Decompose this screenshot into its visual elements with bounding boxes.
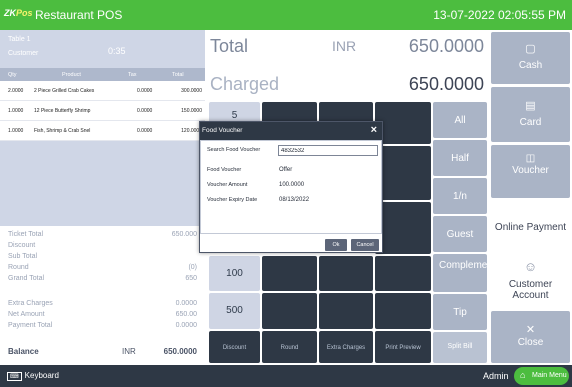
keyboard-button[interactable]: ⌨ Keyboard — [7, 371, 59, 381]
charged-label: Charged — [210, 74, 280, 94]
dialog-close-icon[interactable]: × — [371, 124, 377, 136]
split-n-button[interactable]: 1/n — [433, 178, 487, 214]
card-button[interactable]: ▤ Card — [491, 87, 570, 142]
keypad-key[interactable] — [319, 293, 373, 329]
keypad-key[interactable] — [262, 256, 317, 291]
voucher-amount-value: 100.0000 — [279, 182, 305, 188]
dialog-header: Food Voucher × — [200, 122, 382, 140]
total-label: Total — [210, 36, 249, 56]
title-bar: ZKPos Restaurant POS 13-07-2022 02:05:55… — [0, 0, 572, 30]
food-voucher-label: Food Voucher — [207, 167, 242, 173]
summary-net-amount: Net Amount 650.00 — [8, 311, 197, 318]
discount-button[interactable]: Discount — [209, 331, 260, 363]
keypad-key[interactable] — [375, 146, 431, 200]
voucher-expiry-value: 08/13/2022 — [279, 197, 310, 203]
cash-icon: ▢ — [525, 43, 536, 55]
app-logo: ZKPos — [4, 8, 33, 18]
column-product: Product — [62, 72, 81, 78]
keypad-key[interactable] — [375, 256, 431, 291]
app-title: Restaurant POS — [35, 8, 123, 22]
item-row[interactable]: 1.0000 12 Piece Butterfly Shrimp 0.0000 … — [0, 101, 205, 121]
table-label: Table 1 — [8, 36, 31, 43]
ticket-header: Table 1 Customer 0:35 — [0, 30, 205, 68]
person-icon: ☺ — [523, 259, 538, 274]
dialog-body: Search Food Voucher Food Voucher Offer V… — [200, 140, 382, 234]
food-voucher-dialog: Food Voucher × Search Food Voucher Food … — [199, 121, 383, 253]
ticket-panel: Table 1 Customer 0:35 Qty Product Tax To… — [0, 30, 205, 363]
amount-key-500[interactable]: 500 — [209, 293, 260, 329]
voucher-icon: ◫ — [525, 153, 536, 164]
split-half-button[interactable]: Half — [433, 140, 487, 176]
voucher-amount-label: Voucher Amount — [207, 182, 248, 188]
online-payment-button[interactable]: Online Payment — [491, 201, 570, 253]
balance-value: 650.0000 — [163, 347, 197, 356]
items-table-header: Qty Product Tax Total — [0, 68, 205, 81]
main-menu-button[interactable]: ⌂ Main Menu — [514, 367, 569, 385]
customer-label: Customer — [8, 50, 39, 57]
round-button[interactable]: Round — [262, 331, 317, 363]
guest-button[interactable]: Guest — [433, 216, 487, 252]
dialog-title: Food Voucher — [202, 127, 243, 134]
keypad-key[interactable] — [262, 293, 317, 329]
keypad-key[interactable] — [375, 202, 431, 254]
summary-extra-charges: Extra Charges 0.0000 — [8, 300, 197, 307]
summary-round: Round (0) — [8, 264, 197, 271]
balance-currency: INR — [122, 347, 136, 356]
summary-payment-total: Payment Total 0.0000 — [8, 322, 197, 329]
card-icon: ▤ — [525, 100, 536, 112]
search-voucher-input[interactable] — [278, 145, 378, 156]
food-voucher-value: Offer — [279, 167, 293, 173]
pos-app: ZKPos Restaurant POS 13-07-2022 02:05:55… — [0, 0, 572, 387]
item-row[interactable]: 1.0000 Fish, Shrimp & Crab Snel 0.0000 1… — [0, 121, 205, 141]
charged-value: 650.0000 — [408, 74, 484, 94]
item-row[interactable]: 2.0000 2 Piece Grilled Crab Cakes 0.0000… — [0, 81, 205, 101]
summary-ticket-total: Ticket Total 650.000 — [8, 231, 197, 238]
tip-button[interactable]: Tip — [433, 294, 487, 330]
keypad-key[interactable] — [319, 256, 373, 291]
split-all-button[interactable]: All — [433, 102, 487, 138]
column-qty: Qty — [8, 72, 17, 78]
column-total: Total — [172, 72, 184, 78]
clock: 13-07-2022 02:05:55 PM — [433, 8, 566, 22]
balance-label: Balance — [8, 347, 39, 356]
totals-display: Total INR 650.0000 Charged 650.0000 — [205, 30, 490, 100]
close-icon: ✕ — [525, 324, 536, 336]
extra-charges-button[interactable]: Extra Charges — [319, 331, 373, 363]
print-preview-button[interactable]: Print Preview — [375, 331, 431, 363]
keypad-key[interactable] — [375, 102, 431, 144]
keypad-key[interactable] — [375, 293, 431, 329]
column-tax: Tax — [128, 72, 137, 78]
home-icon: ⌂ — [520, 370, 526, 380]
ticket-timer: 0:35 — [108, 46, 126, 56]
summary-grand-total: Grand Total 650 — [8, 275, 197, 282]
complementary-button[interactable]: Complementary — [433, 254, 510, 292]
close-button[interactable]: ✕ Close — [491, 311, 570, 363]
total-currency: INR — [332, 38, 357, 54]
search-voucher-label: Search Food Voucher — [207, 147, 261, 153]
amount-key-100[interactable]: 100 — [209, 256, 260, 291]
cash-button[interactable]: ▢ Cash — [491, 32, 570, 84]
user-label: Admin — [483, 371, 509, 381]
customer-account-button[interactable]: ☺ Customer Account — [491, 256, 570, 308]
balance-row: Balance INR 650.0000 — [0, 344, 205, 360]
split-bill-button[interactable]: Split Bill — [433, 332, 487, 363]
keyboard-icon: ⌨ — [7, 372, 22, 381]
summary-sub-total: Sub Total — [8, 253, 38, 260]
voucher-button[interactable]: ◫ Voucher — [491, 145, 570, 198]
cancel-button[interactable]: Cancel — [351, 239, 379, 251]
voucher-expiry-label: Voucher Expiry Date — [207, 197, 258, 203]
items-empty-area — [0, 141, 205, 226]
bottom-bar: ⌨ Keyboard Admin ⌂ Main Menu — [0, 365, 572, 387]
total-value: 650.0000 — [408, 36, 484, 56]
ok-button[interactable]: Ok — [325, 239, 347, 251]
summary-discount: Discount — [8, 242, 36, 249]
